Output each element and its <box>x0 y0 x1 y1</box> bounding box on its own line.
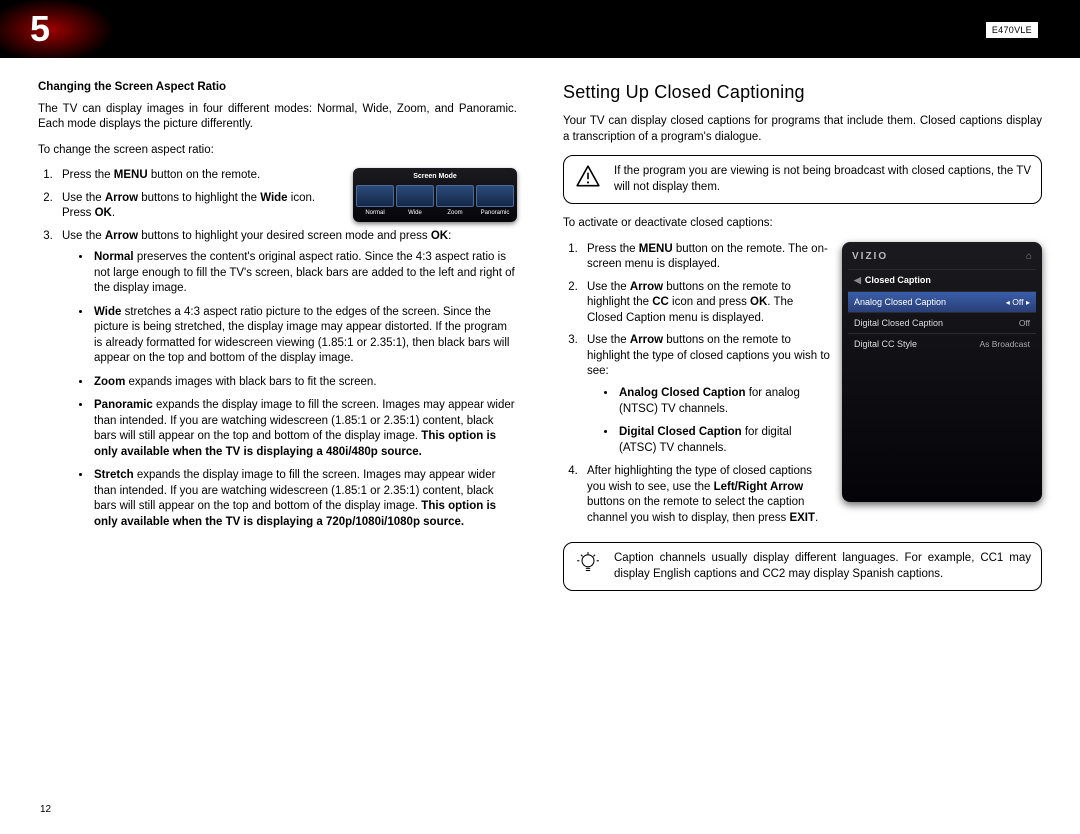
vizio-logo: VIZIO <box>852 250 888 264</box>
model-label: E470VLE <box>986 22 1038 38</box>
list-item: Panoramic expands the display image to f… <box>92 398 517 460</box>
list-item: Zoom expands images with black bars to f… <box>92 375 517 391</box>
screen-mode-thumbnail: Screen Mode Normal Wide Zoom Panoramic <box>353 168 517 222</box>
chapter-number: 5 <box>30 5 50 54</box>
left-subhead: Changing the Screen Aspect Ratio <box>38 80 517 96</box>
right-heading: Setting Up Closed Captioning <box>563 80 1042 104</box>
home-icon: ⌂ <box>1026 250 1032 264</box>
warning-icon <box>574 164 602 190</box>
lightbulb-icon <box>574 551 602 577</box>
right-lead: To activate or deactivate closed caption… <box>563 216 1042 232</box>
cc-menu-thumbnail: VIZIO ⌂ ◀Closed Caption Analog Closed Ca… <box>842 242 1042 502</box>
header-graphic <box>0 0 130 58</box>
left-intro: The TV can display images in four differ… <box>38 102 517 133</box>
warning-callout: If the program you are viewing is not be… <box>563 155 1042 204</box>
warning-text: If the program you are viewing is not be… <box>614 164 1031 195</box>
screen-mode-option: Zoom <box>436 185 474 217</box>
screen-mode-title: Screen Mode <box>356 172 514 181</box>
cc-menu-title-row: ◀Closed Caption <box>848 269 1036 290</box>
cc-menu-row: Digital CC Style As Broadcast <box>848 333 1036 354</box>
left-arrow-icon: ◂ <box>1006 298 1010 307</box>
back-triangle-icon: ◀ <box>854 275 861 285</box>
tip-callout: Caption channels usually display differe… <box>563 542 1042 591</box>
left-column: Changing the Screen Aspect Ratio The TV … <box>38 80 517 603</box>
left-steps: Press the MENU button on the remote. Use… <box>38 168 517 530</box>
tip-text: Caption channels usually display differe… <box>614 551 1031 582</box>
mode-list: Normal preserves the content's original … <box>62 250 517 530</box>
right-column: Setting Up Closed Captioning Your TV can… <box>563 80 1042 603</box>
list-item: Stretch expands the display image to fil… <box>92 468 517 530</box>
page-header: 5 <box>0 0 1080 58</box>
page-number: 12 <box>40 803 51 817</box>
screen-mode-option: Wide <box>396 185 434 217</box>
list-item: Wide stretches a 4:3 aspect ratio pictur… <box>92 305 517 367</box>
list-item: Normal preserves the content's original … <box>92 250 517 297</box>
page-body: Changing the Screen Aspect Ratio The TV … <box>0 58 1080 613</box>
list-item: Use the Arrow buttons to highlight your … <box>56 229 517 531</box>
cc-menu-row: Analog Closed Caption ◂ Off ▸ <box>848 291 1036 313</box>
cc-menu-row: Digital Closed Caption Off <box>848 312 1036 333</box>
screen-mode-option: Panoramic <box>476 185 514 217</box>
right-intro: Your TV can display closed captions for … <box>563 114 1042 145</box>
cc-menu-brand-row: VIZIO ⌂ <box>848 248 1036 270</box>
screen-mode-option: Normal <box>356 185 394 217</box>
left-lead: To change the screen aspect ratio: <box>38 143 517 159</box>
right-arrow-icon: ▸ <box>1026 298 1030 307</box>
